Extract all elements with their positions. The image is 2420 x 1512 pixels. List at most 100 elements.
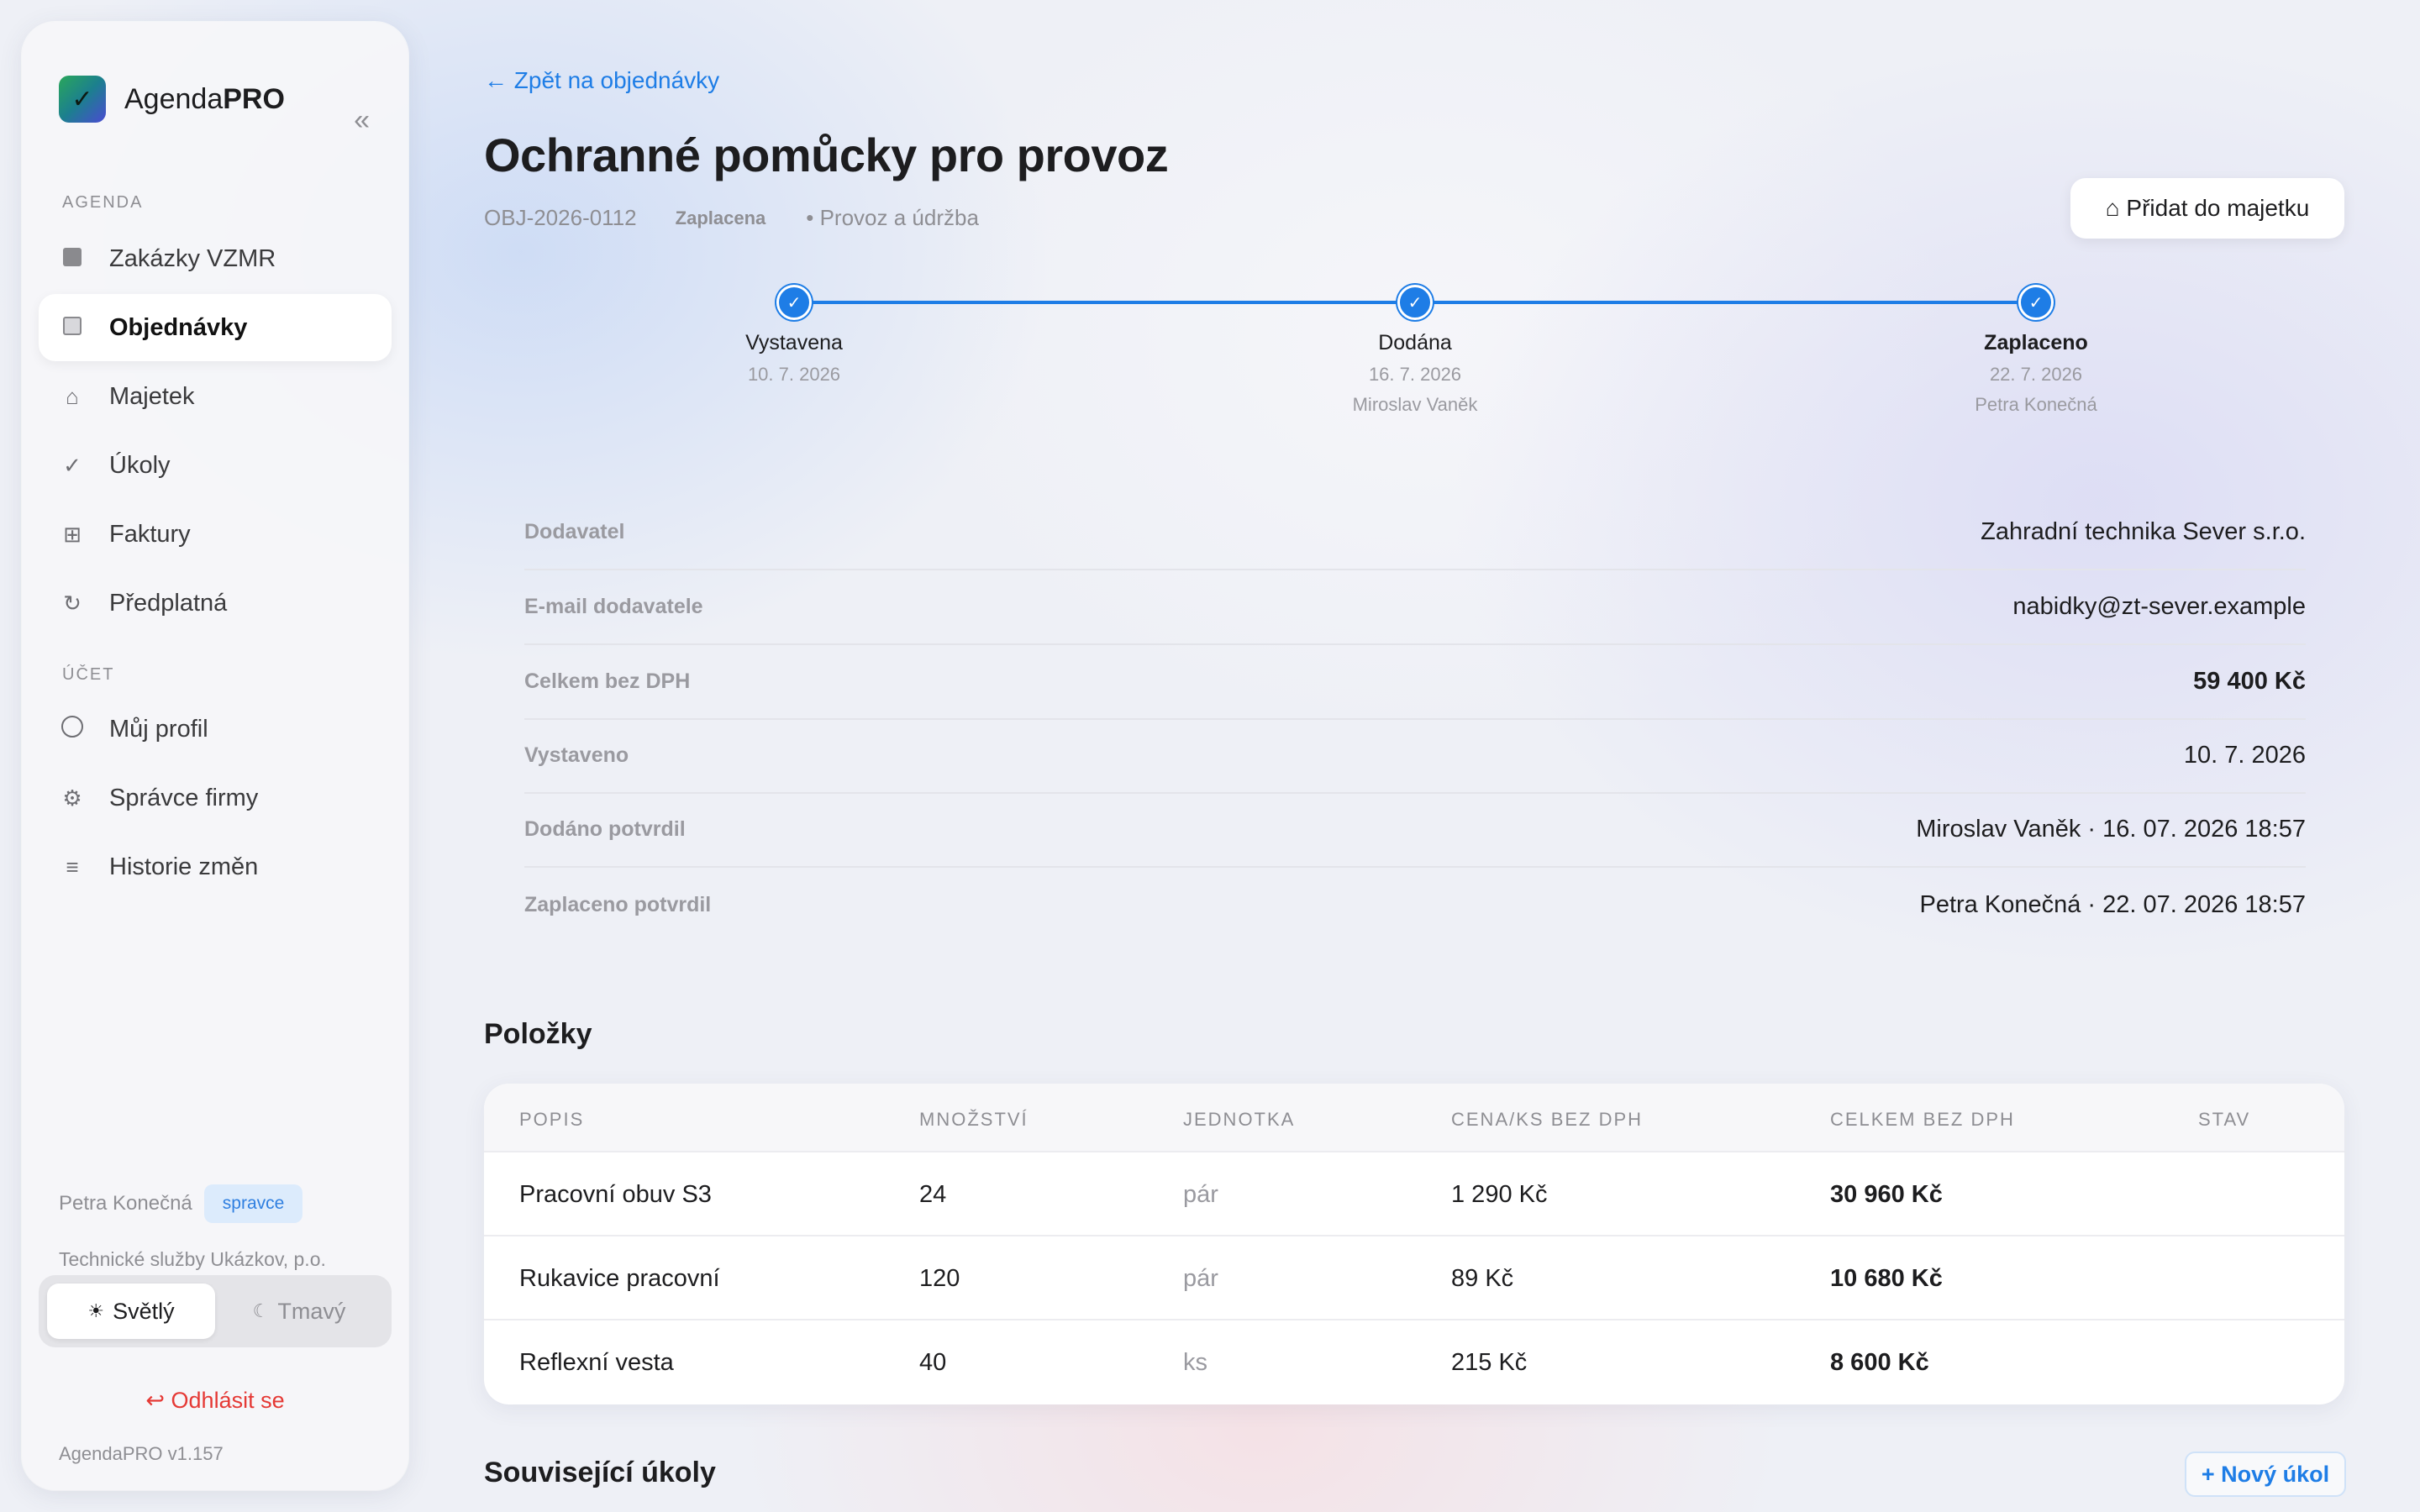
- new-task-button[interactable]: + Nový úkol: [2185, 1452, 2346, 1497]
- sidebar-item-label: Objednávky: [109, 313, 248, 341]
- detail-row-total: Celkem bez DPH 59 400 Kč: [524, 645, 2306, 720]
- refresh-icon: ↻: [63, 590, 82, 616]
- detail-value: 59 400 Kč: [2193, 668, 2306, 695]
- logout-button[interactable]: ↩ Odhlásit se: [22, 1388, 408, 1414]
- detail-row-zaplaceno: Zaplaceno potvrdil Petra Konečná · 22. 0…: [524, 868, 2306, 942]
- column-header[interactable]: CENA/KS BEZ DPH: [1451, 1109, 1643, 1131]
- items-table: POPIS MNOŽSTVÍ JEDNOTKA CENA/KS BEZ DPH …: [484, 1084, 2344, 1404]
- app-version: AgendaPRO v1.157: [59, 1443, 224, 1464]
- user-name: Petra Konečná: [59, 1192, 192, 1215]
- cell-description: Reflexní vesta: [519, 1349, 674, 1376]
- cell-quantity: 24: [919, 1181, 947, 1208]
- detail-label: E-mail dodavatele: [524, 595, 703, 618]
- sidebar-item-ukoly[interactable]: ✓ Úkoly: [39, 432, 392, 499]
- order-id: OBJ-2026-0112: [484, 205, 637, 230]
- detail-label: Vystaveno: [524, 743, 629, 767]
- sidebar-item-predplatna[interactable]: ↻ Předplatná: [39, 570, 392, 637]
- cell-description: Pracovní obuv S3: [519, 1181, 712, 1208]
- detail-row-dodano: Dodáno potvrdil Miroslav Vaněk · 16. 07.…: [524, 793, 2306, 868]
- theme-dark-label: Tmavý: [277, 1298, 346, 1324]
- items-section-title: Položky: [484, 1018, 592, 1050]
- detail-value: 10. 7. 2026: [2183, 742, 2306, 769]
- sidebar-item-majetek[interactable]: ⌂ Majetek: [39, 363, 392, 430]
- timeline-step-person: Miroslav Vaněk: [1352, 394, 1478, 415]
- app-name-bold: PRO: [223, 82, 285, 115]
- department: • Provoz a údržba: [806, 205, 979, 230]
- timeline-check-icon: ✓: [2018, 285, 2054, 320]
- sidebar-item-label: Historie změn: [109, 853, 259, 880]
- timeline-step-zaplaceno: Zaplaceno 22. 7. 2026 Petra Konečná: [1902, 331, 2170, 416]
- detail-row-vystaveno: Vystaveno 10. 7. 2026: [524, 719, 2306, 794]
- square-icon: [60, 246, 84, 272]
- column-header[interactable]: MNOŽSTVÍ: [919, 1109, 1028, 1131]
- column-header[interactable]: CELKEM BEZ DPH: [1830, 1109, 2015, 1131]
- organization-name: Technické služby Ukázkov, p.o.: [59, 1248, 326, 1270]
- detail-label: Celkem bez DPH: [524, 669, 691, 693]
- detail-value: Petra Konečná · 22. 07. 2026 18:57: [1919, 891, 2306, 918]
- user-info: Petra Konečná spravce: [59, 1184, 303, 1223]
- cell-unit: pár: [1183, 1181, 1218, 1208]
- sidebar-item-faktury[interactable]: ⊞ Faktury: [39, 501, 392, 568]
- brand[interactable]: ✓ AgendaPRO: [59, 76, 285, 123]
- table-row[interactable]: Pracovní obuv S3 24 pár 1 290 Kč 30 960 …: [484, 1152, 2344, 1236]
- cell-quantity: 40: [919, 1349, 947, 1376]
- timeline-step-date: 22. 7. 2026: [1989, 364, 2083, 385]
- table-header: POPIS MNOŽSTVÍ JEDNOTKA CENA/KS BEZ DPH …: [484, 1084, 2344, 1152]
- cell-total: 30 960 Kč: [1830, 1181, 1943, 1208]
- page-title: Ochranné pomůcky pro provoz: [484, 129, 1169, 181]
- cell-total: 8 600 Kč: [1830, 1349, 1929, 1376]
- list-icon: ≡: [66, 853, 79, 879]
- theme-toggle: ☀ Světlý ☾ Tmavý: [39, 1275, 392, 1347]
- sidebar-item-zakazky[interactable]: Zakázky VZMR: [39, 225, 392, 292]
- timeline-step-dodana: Dodána 16. 7. 2026 Miroslav Vaněk: [1281, 331, 1549, 416]
- detail-row-email: E-mail dodavatele nabidky@zt-sever.examp…: [524, 570, 2306, 645]
- sidebar-item-label: Zakázky VZMR: [109, 244, 276, 272]
- timeline-step-label: Vystavena: [745, 331, 843, 354]
- sidebar-item-profil[interactable]: Můj profil: [39, 696, 392, 763]
- cell-unit-price: 89 Kč: [1451, 1265, 1514, 1292]
- theme-light-button[interactable]: ☀ Světlý: [47, 1284, 215, 1339]
- collapse-sidebar-icon[interactable]: «: [354, 104, 370, 137]
- sidebar: ✓ AgendaPRO « AGENDA Zakázky VZMR Objedn…: [22, 22, 408, 1490]
- logout-label: Odhlásit se: [171, 1388, 285, 1413]
- grid-icon: ⊞: [63, 521, 82, 547]
- theme-light-label: Světlý: [113, 1298, 175, 1324]
- section-label-agenda: AGENDA: [62, 193, 144, 212]
- status-badge: Zaplacena: [675, 207, 766, 228]
- sidebar-item-objednavky[interactable]: Objednávky: [39, 294, 392, 361]
- app-name-regular: Agenda: [124, 82, 224, 115]
- detail-value: Miroslav Vaněk · 16. 07. 2026 18:57: [1916, 816, 2306, 843]
- cell-unit: pár: [1183, 1265, 1218, 1292]
- sun-icon: ☀: [87, 1300, 105, 1321]
- cell-description: Rukavice pracovní: [519, 1265, 720, 1292]
- detail-label: Dodáno potvrdil: [524, 817, 686, 841]
- add-to-assets-button[interactable]: ⌂ Přidat do majetku: [2070, 178, 2344, 239]
- home-icon: ⌂: [66, 383, 79, 409]
- gear-icon: ⚙: [62, 785, 82, 811]
- cell-unit-price: 215 Kč: [1451, 1349, 1528, 1376]
- detail-label: Zaplaceno potvrdil: [524, 893, 712, 916]
- timeline-step-date: 10. 7. 2026: [747, 364, 841, 385]
- sidebar-item-historie[interactable]: ≡ Historie změn: [39, 833, 392, 900]
- role-badge: spravce: [203, 1184, 303, 1223]
- timeline-step-person: Petra Konečná: [1975, 394, 2097, 415]
- table-row[interactable]: Rukavice pracovní 120 pár 89 Kč 10 680 K…: [484, 1236, 2344, 1320]
- sidebar-item-label: Faktury: [109, 520, 191, 548]
- table-row[interactable]: Reflexní vesta 40 ks 215 Kč 8 600 Kč: [484, 1320, 2344, 1404]
- logout-icon: ↩: [145, 1388, 166, 1413]
- square-outline-icon: [60, 315, 84, 341]
- column-header[interactable]: STAV: [2198, 1109, 2250, 1131]
- app-logo-icon: ✓: [59, 76, 106, 123]
- sidebar-item-spravce-firmy[interactable]: ⚙ Správce firmy: [39, 764, 392, 832]
- moon-icon: ☾: [252, 1300, 270, 1321]
- column-header[interactable]: JEDNOTKA: [1183, 1109, 1295, 1131]
- detail-value[interactable]: nabidky@zt-sever.example: [2012, 593, 2306, 621]
- detail-label: Dodavatel: [524, 520, 625, 543]
- theme-dark-button[interactable]: ☾ Tmavý: [215, 1284, 383, 1339]
- sidebar-item-label: Můj profil: [109, 715, 208, 743]
- check-icon: ✓: [63, 452, 82, 478]
- detail-row-dodavatel: Dodavatel Zahradní technika Sever s.r.o.: [524, 496, 2306, 570]
- back-to-orders-link[interactable]: ← Zpět na objednávky: [484, 67, 719, 94]
- column-header[interactable]: POPIS: [519, 1109, 584, 1131]
- related-tasks-title: Související úkoly: [484, 1457, 716, 1488]
